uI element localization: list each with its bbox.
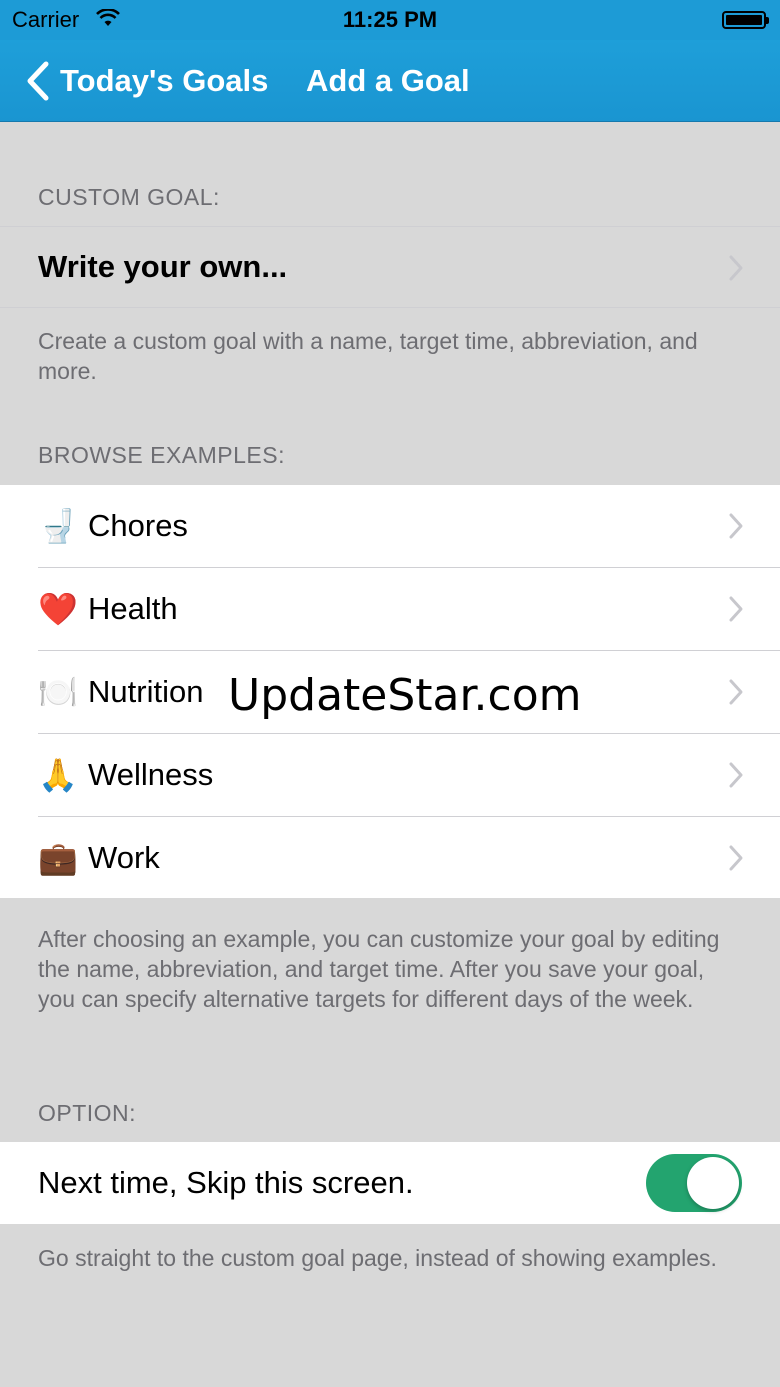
navigation-bar: Today's Goals Add a Goal (0, 40, 780, 122)
page-title: Add a Goal (306, 63, 470, 98)
battery-icon (722, 11, 769, 29)
browse-examples-footer: After choosing an example, you can custo… (38, 926, 720, 1012)
toilet-icon: 🚽 (38, 508, 78, 544)
list-item-label: Wellness (88, 757, 214, 792)
list-item-label: Work (88, 840, 160, 875)
chevron-right-icon (729, 679, 743, 705)
toggle-knob (687, 1157, 739, 1209)
option-footer: Go straight to the custom goal page, ins… (38, 1245, 717, 1271)
write-your-own-label: Write your own... (38, 249, 288, 284)
chevron-right-icon (729, 596, 743, 622)
list-item-health[interactable]: ❤️ Health (0, 568, 780, 650)
briefcase-icon: 💼 (38, 840, 78, 876)
watermark-text: UpdateStar.com (228, 670, 582, 721)
chevron-right-icon (729, 845, 743, 871)
praying-hands-icon: 🙏 (38, 757, 78, 793)
status-bar: Carrier 11:25 PM (0, 0, 780, 40)
write-your-own-row[interactable]: Write your own... (0, 226, 780, 308)
skip-screen-toggle[interactable] (646, 1154, 742, 1212)
plate-icon: 🍽️ (38, 674, 78, 710)
skip-screen-row: Next time, Skip this screen. (0, 1142, 780, 1224)
section-header-custom-goal: CUSTOM GOAL: (38, 184, 220, 210)
chevron-right-icon (729, 513, 743, 539)
heart-icon: ❤️ (38, 591, 78, 627)
chevron-left-icon (27, 61, 49, 101)
list-item-label: Health (88, 591, 178, 626)
list-item-chores[interactable]: 🚽 Chores (0, 485, 780, 567)
list-item-label: Chores (88, 508, 188, 543)
list-item-label: Nutrition (88, 674, 204, 709)
list-item-wellness[interactable]: 🙏 Wellness (0, 734, 780, 816)
back-button-label: Today's Goals (60, 63, 269, 98)
custom-goal-footer: Create a custom goal with a name, target… (38, 328, 698, 384)
section-header-option: OPTION: (38, 1100, 137, 1126)
back-button[interactable]: Today's Goals (22, 58, 268, 104)
chevron-right-icon (729, 762, 743, 788)
chevron-right-icon (729, 255, 743, 281)
skip-screen-label: Next time, Skip this screen. (38, 1165, 414, 1200)
list-item-work[interactable]: 💼 Work (0, 817, 780, 899)
section-header-browse-examples: BROWSE EXAMPLES: (38, 442, 286, 468)
status-time: 11:25 PM (342, 7, 438, 32)
